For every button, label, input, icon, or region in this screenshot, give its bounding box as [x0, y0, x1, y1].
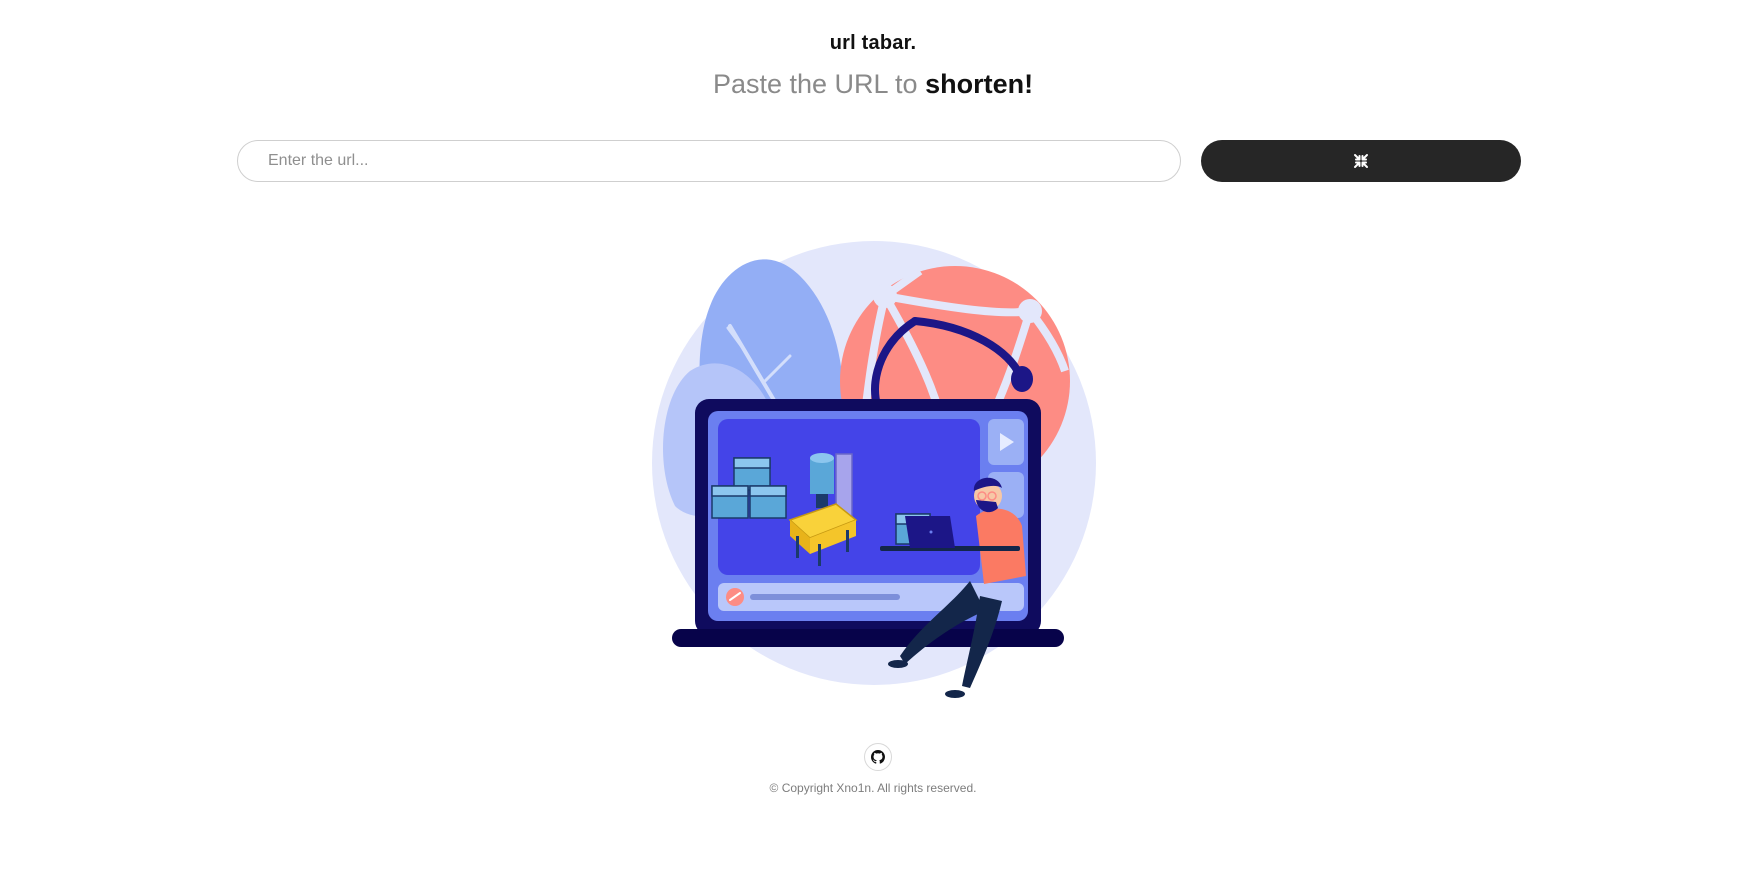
- laptop-base: [672, 629, 1064, 647]
- github-icon: [871, 750, 885, 764]
- tagline-emphasis: shorten!: [925, 69, 1034, 99]
- laptop-video-illustration: [652, 241, 1096, 698]
- page-tagline: Paste the URL to shorten!: [0, 69, 1746, 100]
- page: url tabar. Paste the URL to shorten! Ent…: [0, 0, 1746, 888]
- tagline-prefix: Paste the URL to: [712, 69, 926, 99]
- url-input[interactable]: [237, 140, 1181, 182]
- brand-title: url tabar.: [829, 32, 917, 54]
- github-button[interactable]: [864, 743, 892, 771]
- copyright-text: © Copyright Xno1n. All rights reserved.: [769, 781, 977, 795]
- compress-arrows-icon: [1354, 154, 1368, 168]
- shorten-button[interactable]: [1201, 140, 1521, 182]
